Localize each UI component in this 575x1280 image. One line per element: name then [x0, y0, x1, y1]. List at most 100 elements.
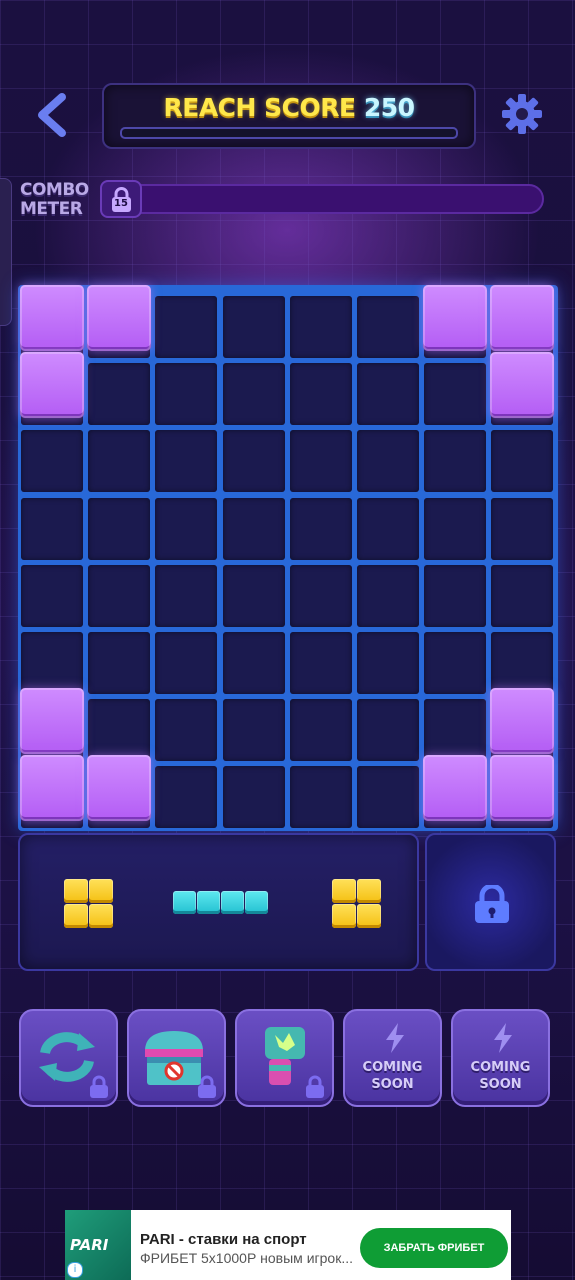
- piece-square-left[interactable]: [64, 879, 114, 929]
- lightning-icon: [494, 1023, 512, 1053]
- board-cell[interactable]: [289, 363, 352, 426]
- piece-cell: [64, 904, 88, 928]
- board-cell[interactable]: [289, 632, 352, 694]
- board-cell[interactable]: [155, 632, 218, 694]
- board-cell[interactable]: [222, 564, 285, 627]
- board-cell[interactable]: [88, 699, 151, 762]
- booster-chest[interactable]: [127, 1009, 226, 1107]
- board-cell[interactable]: [88, 564, 151, 627]
- board-cell[interactable]: [21, 632, 83, 694]
- piece-cell: [221, 891, 244, 914]
- settings-gear-icon[interactable]: [500, 92, 544, 136]
- board-cell[interactable]: [491, 497, 554, 560]
- lock-badge-icon: [306, 1075, 324, 1098]
- coming-soon-label: COMING SOON: [453, 1059, 548, 1093]
- board-cell[interactable]: [424, 564, 487, 627]
- coming-line1: COMING: [470, 1060, 531, 1075]
- board-cell[interactable]: [155, 699, 218, 762]
- board-cell[interactable]: [88, 632, 151, 694]
- board-cell[interactable]: [21, 564, 83, 627]
- board-cell[interactable]: [289, 564, 352, 627]
- board-cell[interactable]: [155, 296, 218, 358]
- board-cell[interactable]: [222, 766, 285, 829]
- board-cell[interactable]: [289, 296, 352, 358]
- combo-lock-level: 15: [114, 198, 128, 209]
- board-cell[interactable]: [88, 497, 151, 560]
- board-cell[interactable]: [155, 766, 218, 829]
- board-cell[interactable]: [357, 296, 419, 358]
- placed-block: [490, 285, 555, 351]
- placed-block: [423, 285, 488, 351]
- ad-banner[interactable]: PARI i PARI - ставки на спорт ФРИБЕТ 5x1…: [65, 1210, 511, 1280]
- back-arrow-icon[interactable]: [34, 93, 74, 137]
- piece-line[interactable]: [173, 891, 271, 915]
- board-cell[interactable]: [155, 363, 218, 426]
- board-cell[interactable]: [357, 564, 419, 627]
- board-cell[interactable]: [491, 632, 554, 694]
- booster-smash[interactable]: [235, 1009, 334, 1107]
- board-cell[interactable]: [155, 497, 218, 560]
- board-cell[interactable]: [424, 699, 487, 762]
- board-cell[interactable]: [289, 497, 352, 560]
- board-cell[interactable]: [21, 430, 83, 493]
- padlock-icon: [475, 885, 509, 923]
- board-cell[interactable]: [357, 363, 419, 426]
- board-cell[interactable]: [491, 564, 554, 627]
- ad-info-icon[interactable]: i: [67, 1262, 83, 1278]
- board-cell[interactable]: [222, 497, 285, 560]
- board-cell[interactable]: [424, 632, 487, 694]
- board-cell[interactable]: [155, 430, 218, 493]
- piece-cell: [89, 879, 113, 903]
- board-cell[interactable]: [357, 699, 419, 762]
- board-cell[interactable]: [424, 363, 487, 426]
- board-cell[interactable]: [222, 699, 285, 762]
- board-cell[interactable]: [357, 497, 419, 560]
- board-cell[interactable]: [88, 430, 151, 493]
- board-cell[interactable]: [21, 497, 83, 560]
- combo-meter-label: COMBO METER: [20, 181, 94, 219]
- combo-label-line1: COMBO: [20, 180, 89, 200]
- board-cell[interactable]: [222, 363, 285, 426]
- placed-block: [490, 688, 555, 755]
- lock-badge-icon: [198, 1075, 216, 1098]
- booster-coming-soon-1[interactable]: COMING SOON: [343, 1009, 442, 1107]
- coming-line2: SOON: [371, 1077, 414, 1092]
- placed-block: [87, 755, 152, 822]
- board-cell[interactable]: [222, 430, 285, 493]
- board-cell[interactable]: [222, 296, 285, 358]
- piece-cell: [64, 879, 88, 903]
- lightning-icon: [386, 1023, 404, 1053]
- score-goal-text: REACH SCORE 250: [104, 93, 474, 122]
- board-cell[interactable]: [424, 497, 487, 560]
- board-cell[interactable]: [88, 363, 151, 426]
- game-board[interactable]: [18, 285, 558, 831]
- board-cell[interactable]: [357, 632, 419, 694]
- board-cell[interactable]: [289, 430, 352, 493]
- side-drawer-handle[interactable]: [0, 178, 12, 326]
- board-cell[interactable]: [357, 430, 419, 493]
- board-cell[interactable]: [155, 564, 218, 627]
- score-goal-value: 250: [363, 93, 415, 122]
- piece-square-right[interactable]: [332, 879, 382, 929]
- piece-cell: [173, 891, 196, 914]
- board-cell[interactable]: [491, 430, 554, 493]
- ad-cta-button[interactable]: ЗАБРАТЬ ФРИБЕТ: [360, 1228, 508, 1268]
- board-cell[interactable]: [222, 632, 285, 694]
- piece-cell: [332, 904, 356, 928]
- booster-swap[interactable]: [19, 1009, 118, 1107]
- board-cell[interactable]: [289, 699, 352, 762]
- piece-cell: [245, 891, 268, 914]
- placed-block: [490, 755, 555, 822]
- piece-cell: [197, 891, 220, 914]
- board-cell[interactable]: [424, 430, 487, 493]
- ad-logo: PARI i: [65, 1210, 131, 1280]
- placed-block: [20, 285, 84, 351]
- score-progress-bar: [120, 127, 458, 139]
- booster-coming-soon-2[interactable]: COMING SOON: [451, 1009, 550, 1107]
- locked-piece-slot[interactable]: [425, 833, 556, 971]
- board-cell[interactable]: [289, 766, 352, 829]
- score-goal-label: REACH SCORE: [163, 93, 357, 122]
- board-cell[interactable]: [357, 766, 419, 829]
- ad-logo-text: PARI: [70, 1236, 109, 1254]
- coming-line2: SOON: [479, 1077, 522, 1092]
